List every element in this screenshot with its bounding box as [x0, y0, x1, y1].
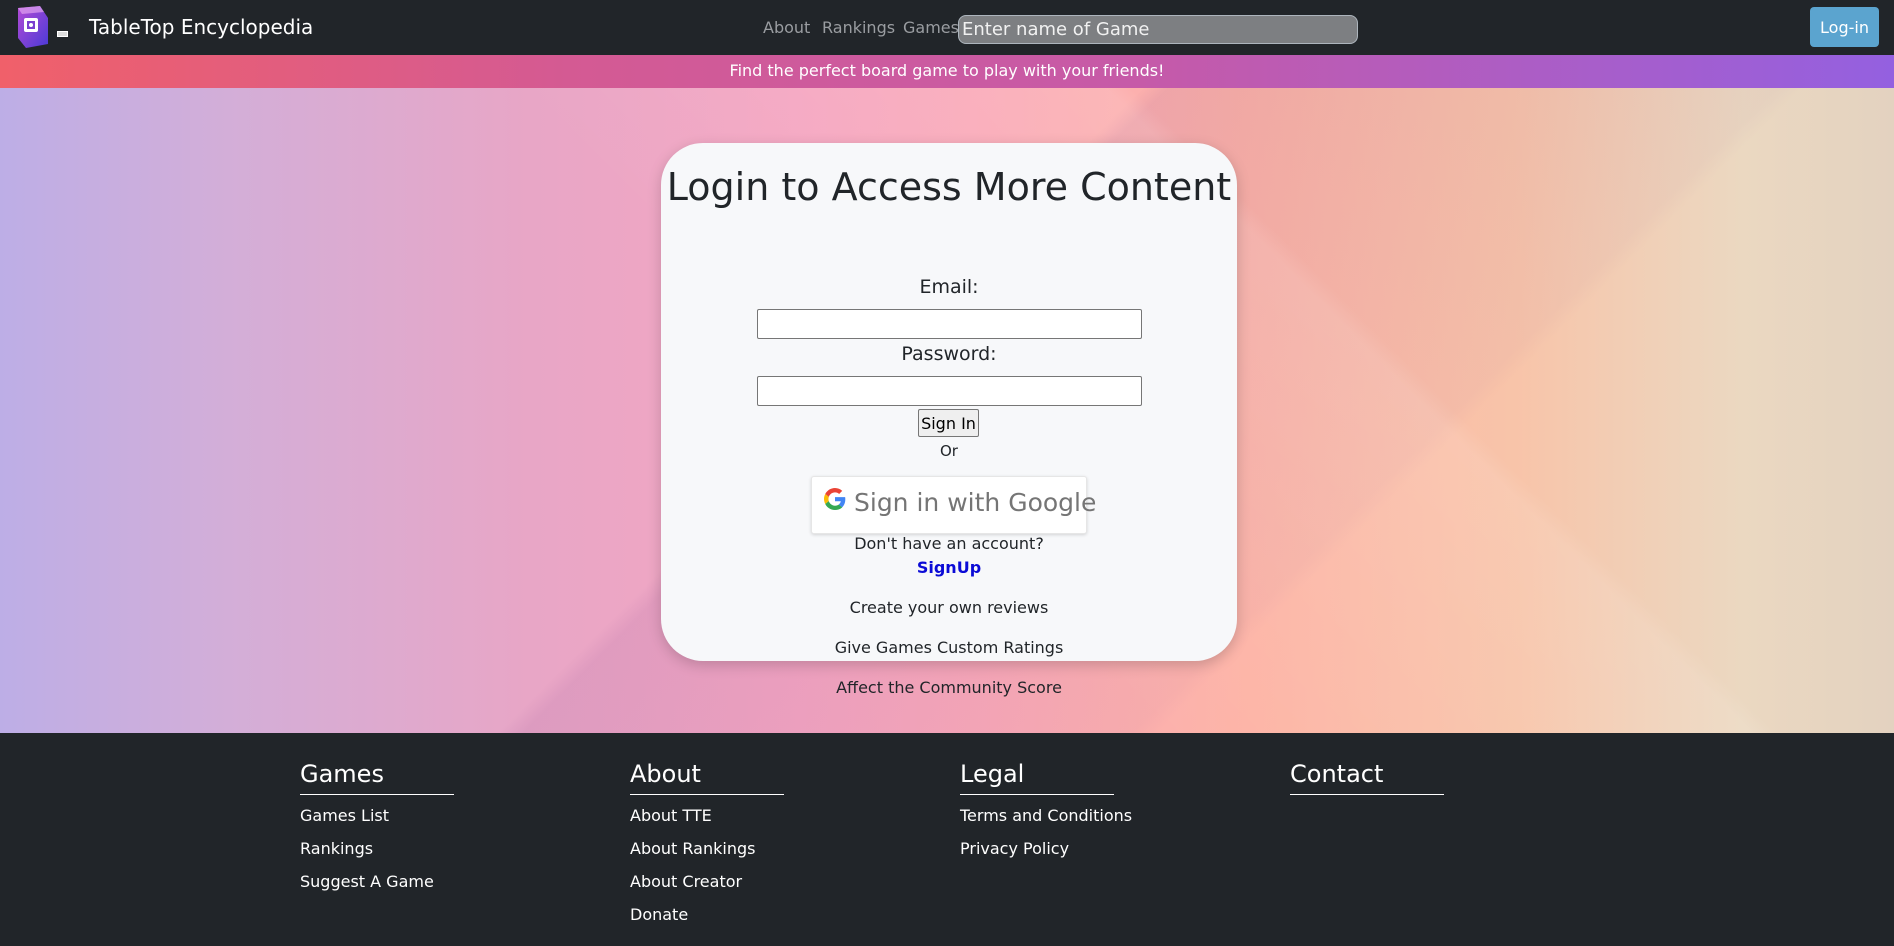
promo-banner: Find the perfect board game to play with…: [0, 55, 1894, 88]
nav-rankings-link[interactable]: Rankings: [822, 18, 895, 37]
email-field[interactable]: [757, 309, 1142, 339]
signup-link[interactable]: SignUp: [661, 558, 1237, 577]
footer-heading: Games: [300, 760, 454, 795]
no-account-text: Don't have an account?: [854, 534, 1044, 553]
menu-toggle-button[interactable]: [57, 31, 68, 37]
dice-logo-icon[interactable]: [14, 4, 50, 50]
footer-link-donate[interactable]: Donate: [630, 905, 790, 925]
footer-link-suggest-game[interactable]: Suggest A Game: [300, 872, 460, 892]
footer-link-privacy[interactable]: Privacy Policy: [960, 839, 1120, 859]
footer-link-about-tte[interactable]: About TTE: [630, 806, 790, 826]
footer-link-terms[interactable]: Terms and Conditions: [960, 806, 1132, 826]
navbar: TableTop Encyclopedia About Rankings Gam…: [0, 0, 1894, 55]
footer-heading: Legal: [960, 760, 1114, 795]
google-sign-in-label: Sign in with Google: [854, 488, 1097, 517]
email-label: Email:: [919, 276, 979, 298]
footer-column-legal: Legal Terms and Conditions Privacy Polic…: [960, 760, 1132, 859]
password-field[interactable]: [757, 376, 1142, 406]
nav-about-link[interactable]: About: [763, 18, 810, 37]
footer-heading: Contact: [1290, 760, 1444, 795]
footer-column-about: About About TTE About Rankings About Cre…: [630, 760, 790, 925]
or-separator: Or: [940, 442, 958, 460]
footer-column-games: Games Games List Rankings Suggest A Game: [300, 760, 460, 892]
footer-link-about-creator[interactable]: About Creator: [630, 872, 790, 892]
password-label: Password:: [901, 343, 997, 365]
login-card: Login to Access More Content Email: Pass…: [661, 143, 1237, 697]
brand-name[interactable]: TableTop Encyclopedia: [89, 15, 313, 39]
nav-games-link[interactable]: Games: [903, 18, 959, 37]
game-search-input[interactable]: [958, 15, 1358, 44]
footer-link-about-rankings[interactable]: About Rankings: [630, 839, 790, 859]
benefit-item: Affect the Community Score: [836, 678, 1062, 697]
footer-heading: About: [630, 760, 784, 795]
login-button[interactable]: Log-in: [1810, 7, 1879, 47]
footer: Games Games List Rankings Suggest A Game…: [0, 733, 1894, 946]
google-g-icon: [824, 488, 846, 510]
footer-link-rankings[interactable]: Rankings: [300, 839, 460, 859]
google-sign-in-button[interactable]: Sign in with Google: [811, 476, 1096, 534]
benefit-item: Create your own reviews: [849, 598, 1049, 617]
footer-link-games-list[interactable]: Games List: [300, 806, 460, 826]
sign-in-button[interactable]: Sign In: [918, 409, 979, 437]
login-title: Login to Access More Content: [666, 165, 1232, 209]
main-content: Login to Access More Content Email: Pass…: [0, 88, 1894, 733]
footer-column-contact: Contact: [1290, 760, 1450, 795]
benefit-item: Give Games Custom Ratings: [834, 638, 1064, 657]
